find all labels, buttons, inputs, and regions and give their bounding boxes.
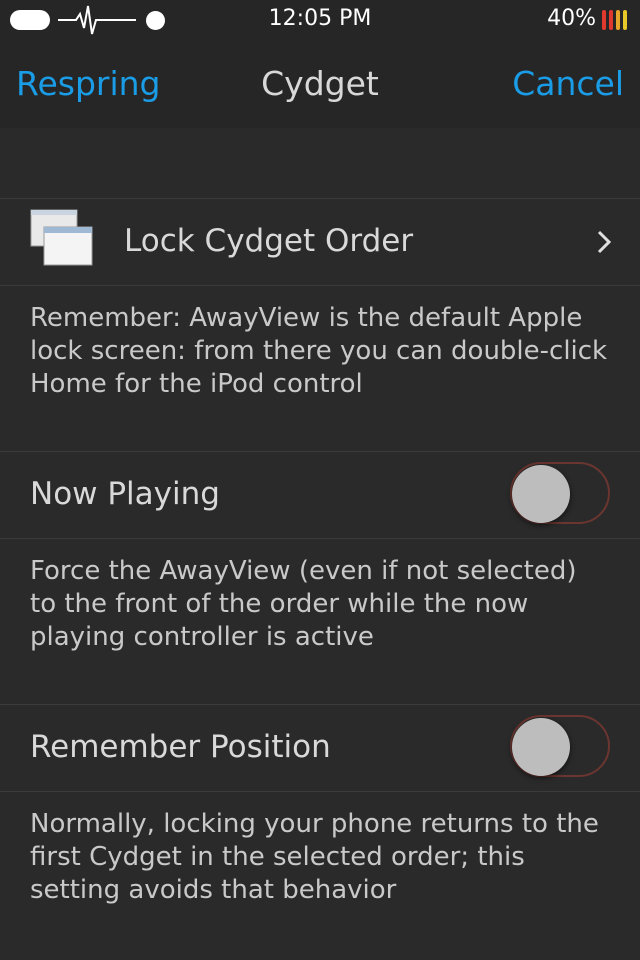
chevron-right-icon (597, 230, 612, 254)
remember-position-description: Normally, locking your phone returns to … (30, 809, 599, 905)
status-time: 12:05 PM (268, 6, 372, 31)
now-playing-label: Now Playing (30, 476, 220, 512)
remember-position-toggle[interactable] (510, 715, 610, 777)
windows-icon (30, 209, 93, 266)
section-spacer (0, 128, 640, 198)
now-playing-description: Force the AwayView (even if not selected… (30, 556, 577, 652)
now-playing-toggle[interactable] (510, 462, 610, 524)
lock-cydget-order-label: Lock Cydget Order (124, 223, 414, 259)
remember-position-label: Remember Position (30, 729, 331, 765)
toggle-knob (512, 465, 570, 523)
settings-content: Lock Cydget Order Remember: AwayView is … (0, 128, 640, 942)
battery-icon (602, 10, 630, 30)
remember-position-row: Remember Position (0, 704, 640, 792)
status-bar: 12:05 PM 40% (0, 0, 640, 40)
toggle-knob (512, 718, 570, 776)
battery-percent: 40% (547, 6, 596, 31)
cancel-button[interactable]: Cancel (512, 64, 624, 103)
lock-order-description: Remember: AwayView is the default Apple … (30, 303, 608, 399)
navigation-bar: Respring Cydget Cancel (0, 40, 640, 128)
now-playing-row: Now Playing (0, 451, 640, 539)
lock-cydget-order-row[interactable]: Lock Cydget Order (0, 198, 640, 286)
